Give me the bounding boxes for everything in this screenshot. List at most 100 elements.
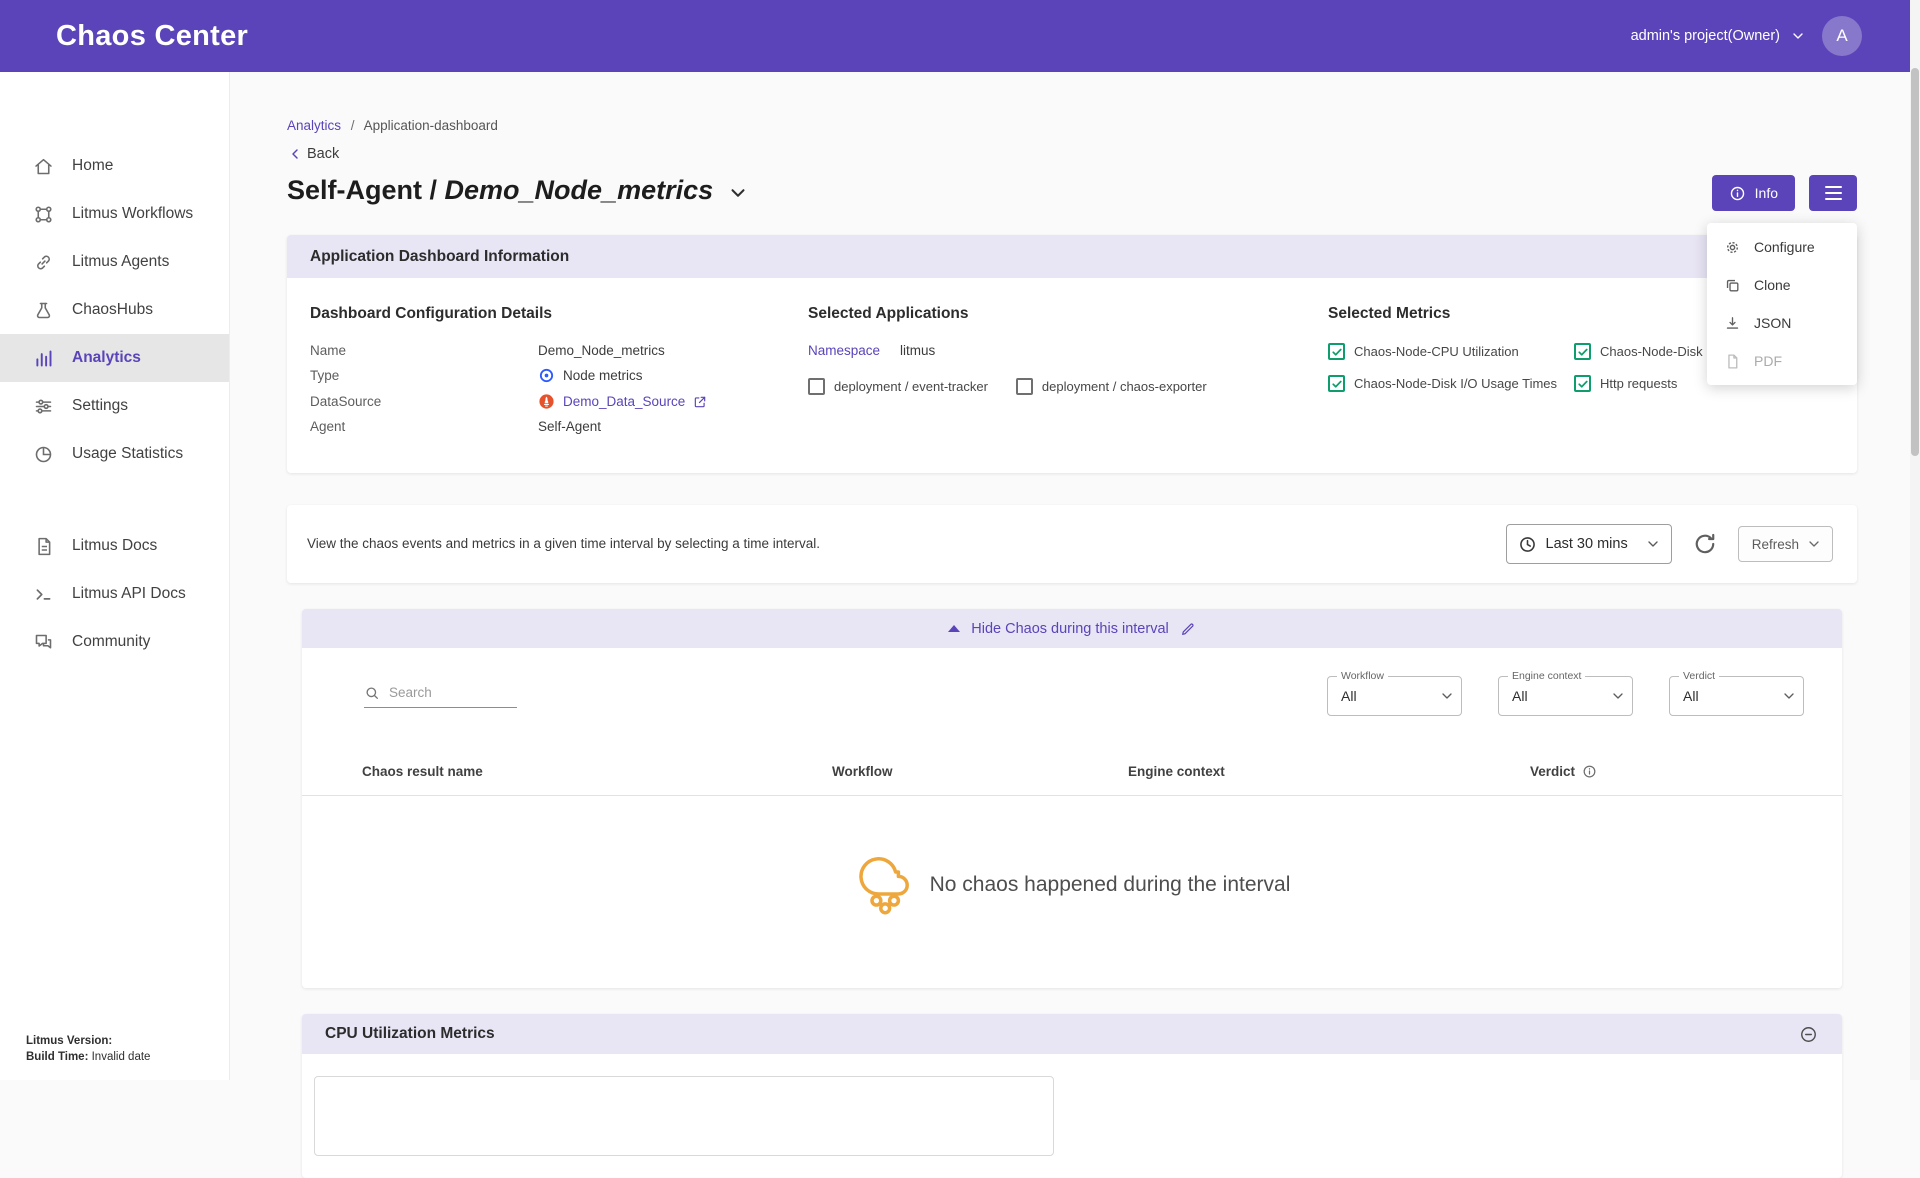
sidebar-item-label: Litmus Agents [72, 253, 169, 271]
sidebar-item-community[interactable]: Community [0, 618, 229, 666]
hide-chaos-toggle[interactable]: Hide Chaos during this interval [302, 609, 1842, 648]
checkbox-label: deployment / chaos-exporter [1042, 379, 1207, 394]
clock-icon [1518, 535, 1537, 554]
sidebar-item-litmus-docs[interactable]: Litmus Docs [0, 522, 229, 570]
sidebar-item-litmus-api-docs[interactable]: Litmus API Docs [0, 570, 229, 618]
sidebar-item-litmus-workflows[interactable]: Litmus Workflows [0, 190, 229, 238]
datasource-link[interactable]: Demo_Data_Source [563, 394, 685, 409]
agent-label: Agent [310, 419, 538, 434]
info-button-label: Info [1755, 185, 1778, 201]
actions-dropdown-menu: Configure Clone JSON PDF [1707, 223, 1857, 385]
avatar[interactable]: A [1822, 16, 1862, 56]
sidebar-item-label: Litmus Docs [72, 537, 157, 555]
verdict-filter-select[interactable]: Verdict All [1669, 676, 1804, 716]
back-button[interactable]: Back [287, 146, 357, 162]
usage-icon [33, 444, 54, 465]
verdict-filter-label: Verdict [1679, 670, 1719, 682]
checkbox-label: Http requests [1600, 376, 1677, 391]
auto-refresh-icon[interactable] [1692, 531, 1718, 557]
avatar-initial: A [1836, 26, 1847, 46]
gear-icon [1724, 239, 1741, 256]
sidebar-item-settings[interactable]: Settings [0, 382, 229, 430]
checkbox-label: Chaos-Node-Disk I/O Usage Times [1354, 376, 1557, 391]
sidebar-item-chaoshubs[interactable]: ChaosHubs [0, 286, 229, 334]
chaos-table-card: Hide Chaos during this interval Workflow… [302, 609, 1842, 988]
engine-context-filter-select[interactable]: Engine context All [1498, 676, 1633, 716]
scrollbar[interactable] [1910, 0, 1920, 1080]
hub-icon [33, 300, 54, 321]
cpu-metrics-card: CPU Utilization Metrics [302, 1014, 1842, 1178]
external-link-icon[interactable] [693, 395, 707, 409]
scrollbar-thumb[interactable] [1911, 68, 1919, 456]
sidebar-footer: Litmus Version: Build Time: Invalid date [26, 1033, 150, 1066]
checkbox-disk-io-times[interactable]: Chaos-Node-Disk I/O Usage Times [1328, 375, 1574, 392]
page-title-prefix: Self-Agent / [287, 175, 437, 205]
dashboard-switch-chevron-icon[interactable] [727, 182, 749, 204]
cpu-chart-panel [314, 1076, 1054, 1156]
search-input[interactable] [389, 685, 517, 700]
refresh-button[interactable]: Refresh [1738, 526, 1833, 562]
column-workflow: Workflow [832, 764, 1128, 779]
home-icon [33, 156, 54, 177]
dashboard-info-card-header: Application Dashboard Information [287, 235, 1857, 278]
verdict-info-icon[interactable] [1582, 764, 1597, 779]
sidebar-item-label: Litmus Workflows [72, 205, 193, 223]
sidebar-item-label: Settings [72, 397, 128, 415]
sidebar-divider [0, 478, 229, 522]
dashboard-info-title: Application Dashboard Information [310, 248, 569, 266]
back-label: Back [307, 146, 339, 162]
page-title: Self-Agent / Demo_Node_metrics [287, 175, 713, 206]
agents-icon [33, 252, 54, 273]
sidebar-item-label: Usage Statistics [72, 445, 183, 463]
chevron-down-icon [1806, 536, 1822, 552]
menu-item-pdf[interactable]: PDF [1707, 342, 1857, 380]
checkbox-cpu-utilization[interactable]: Chaos-Node-CPU Utilization [1328, 343, 1574, 360]
sidebar-item-home[interactable]: Home [0, 142, 229, 190]
time-range-select[interactable]: Last 30 mins [1506, 524, 1672, 564]
project-switcher[interactable]: admin's project(Owner) [1631, 28, 1806, 44]
main-content: Analytics / Application-dashboard Back S… [230, 72, 1920, 1178]
menu-item-json[interactable]: JSON [1707, 304, 1857, 342]
menu-item-configure[interactable]: Configure [1707, 228, 1857, 266]
caret-up-icon [948, 625, 960, 632]
cloud-icon [854, 850, 912, 921]
breadcrumb-current: Application-dashboard [364, 118, 498, 133]
dashboard-actions-menu-button[interactable] [1809, 175, 1857, 211]
checkbox-chaos-exporter[interactable]: deployment / chaos-exporter [1016, 378, 1207, 395]
top-header: Chaos Center admin's project(Owner) A [0, 0, 1920, 72]
page-title-name: Demo_Node_metrics [445, 175, 714, 205]
checkbox-event-tracker[interactable]: deployment / event-tracker [808, 378, 988, 395]
build-time-label: Build Time: [26, 1051, 88, 1063]
configuration-details-title: Dashboard Configuration Details [310, 305, 808, 323]
sidebar-item-litmus-agents[interactable]: Litmus Agents [0, 238, 229, 286]
breadcrumb: Analytics / Application-dashboard [287, 118, 1857, 133]
collapse-minus-icon[interactable] [1799, 1025, 1818, 1044]
name-value: Demo_Node_metrics [538, 343, 665, 358]
menu-item-clone[interactable]: Clone [1707, 266, 1857, 304]
checkbox-checked-icon [1574, 375, 1591, 392]
workflow-filter-select[interactable]: Workflow All [1327, 676, 1462, 716]
checkbox-checked-icon [1328, 343, 1345, 360]
sidebar-item-label: Analytics [72, 349, 141, 367]
chevron-left-icon [287, 146, 303, 162]
workflows-icon [33, 204, 54, 225]
selected-applications-column: Selected Applications Namespace litmus d… [808, 305, 1328, 443]
time-interval-card: View the chaos events and metrics in a g… [287, 505, 1857, 583]
sidebar-item-label: Litmus API Docs [72, 585, 186, 603]
info-icon [1729, 185, 1746, 202]
sidebar-item-usage-statistics[interactable]: Usage Statistics [0, 430, 229, 478]
namespace-label: Namespace [808, 343, 880, 358]
analytics-icon [33, 348, 54, 369]
app-title: Chaos Center [56, 20, 248, 53]
time-interval-description: View the chaos events and metrics in a g… [307, 533, 837, 555]
breadcrumb-analytics[interactable]: Analytics [287, 118, 341, 133]
hamburger-icon [1825, 186, 1842, 188]
checkbox-label: deployment / event-tracker [834, 379, 988, 394]
info-button[interactable]: Info [1712, 175, 1795, 211]
verdict-filter-value: All [1683, 688, 1699, 704]
empty-state: No chaos happened during the interval [302, 796, 1842, 974]
project-label: admin's project(Owner) [1631, 28, 1780, 44]
edit-pencil-icon[interactable] [1180, 621, 1196, 637]
sidebar-item-analytics[interactable]: Analytics [0, 334, 229, 382]
hide-chaos-label: Hide Chaos during this interval [971, 621, 1168, 637]
